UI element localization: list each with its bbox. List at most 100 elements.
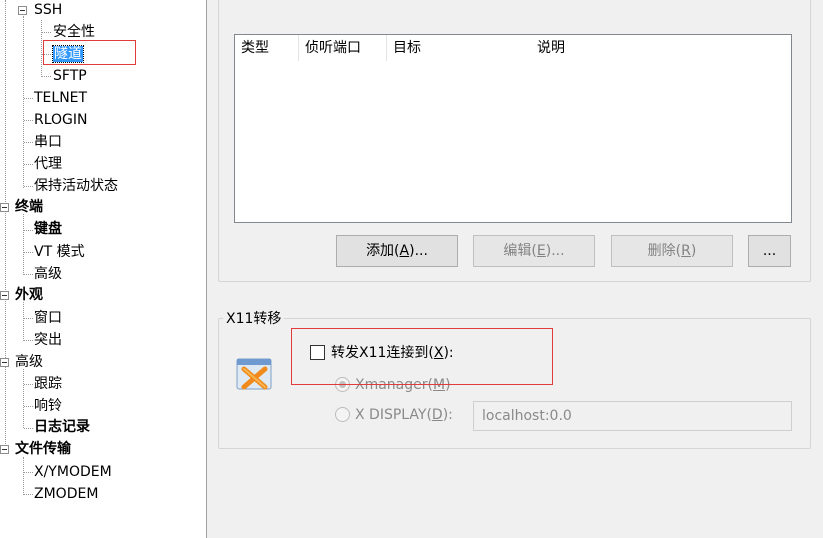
column-header-listen-port[interactable]: 侦听端口	[299, 35, 387, 61]
tree-item-label: ZMODEM	[34, 486, 99, 502]
tree-stub	[24, 406, 33, 407]
tree-item-vt-mode[interactable]: VT 模式	[34, 242, 85, 262]
edit-button-suffix: )...	[545, 243, 565, 259]
tree-item-label: 安全性	[53, 24, 95, 40]
tree-stub	[24, 384, 33, 385]
tree-item-file-transfer[interactable]: 文件传输	[15, 439, 71, 459]
tree-item-ssh[interactable]: SSH	[34, 0, 62, 20]
tunnel-settings-panel: 类型 侦听端口 目标 说明 添加(A)... 编辑(E)... 删除(R) ..…	[207, 0, 823, 538]
tree-item-label: 终端	[15, 199, 43, 215]
tree-item-label: VT 模式	[34, 244, 85, 260]
tree-item-proxy[interactable]: 代理	[34, 154, 62, 174]
x11-group-title: X11转移	[223, 308, 285, 328]
tree-stub	[24, 472, 33, 473]
add-button-key: A	[399, 243, 410, 259]
edit-button[interactable]: 编辑(E)...	[473, 235, 595, 267]
tree-stub	[24, 252, 33, 253]
tree-item-sftp[interactable]: SFTP	[53, 66, 87, 86]
tree-item-rlogin[interactable]: RLOGIN	[34, 110, 88, 130]
tree-item-highlight[interactable]: 突出	[34, 330, 62, 350]
collapse-ssh-icon[interactable]	[18, 6, 27, 15]
tree-item-telnet[interactable]: TELNET	[34, 88, 87, 108]
collapse-appearance-icon[interactable]	[0, 291, 9, 300]
tree-item-label: 代理	[34, 156, 62, 172]
tree-stub	[24, 186, 33, 187]
x-display-text: X DISPLAY(	[355, 407, 432, 423]
column-header-description[interactable]: 说明	[531, 35, 731, 61]
delete-button-label: 删除(	[647, 243, 682, 259]
add-button[interactable]: 添加(A)...	[336, 235, 458, 267]
tree-item-appearance[interactable]: 外观	[15, 285, 43, 305]
tree-item-label: TELNET	[34, 90, 88, 106]
tree-item-terminal-advanced[interactable]: 高级	[34, 264, 62, 284]
tree-stub	[24, 494, 33, 495]
xmanager-icon	[236, 358, 272, 390]
tree-stub	[24, 318, 33, 319]
annotation-box-forward-x11	[291, 328, 553, 385]
add-button-label: 添加(	[366, 243, 400, 259]
tree-stub	[24, 428, 33, 429]
tree-item-label: SSH	[34, 2, 63, 18]
tree-guide-ssh-level	[23, 16, 24, 188]
tree-item-label: 突出	[34, 332, 62, 348]
x-display-label[interactable]: X DISPLAY(D):	[355, 405, 453, 425]
tree-stub	[24, 274, 33, 275]
tree-item-bell[interactable]: 响铃	[34, 396, 62, 416]
tunnel-rules-list[interactable]: 类型 侦听端口 目标 说明	[234, 34, 792, 223]
tree-guide-terminal-children	[23, 214, 24, 275]
delete-button-key: R	[681, 243, 691, 259]
tree-item-keyboard[interactable]: 键盘	[34, 219, 62, 239]
tree-stub	[42, 76, 51, 77]
tree-item-zmodem[interactable]: ZMODEM	[34, 484, 98, 504]
tree-item-label: 键盘	[34, 221, 62, 237]
tree-item-label: SFTP	[53, 68, 87, 84]
collapse-advanced-icon[interactable]	[0, 358, 9, 367]
tree-guide-transfer-children	[23, 457, 24, 495]
more-button[interactable]: ...	[748, 235, 791, 267]
annotation-box-tunnel	[43, 40, 136, 65]
tree-item-label: 文件传输	[15, 441, 71, 457]
tree-stub	[24, 340, 33, 341]
tree-item-label: 跟踪	[34, 376, 62, 392]
category-tree[interactable]: SSH 安全性 隧道 SFTP TELNET RLOGIN 串口 代理 保持活动…	[0, 0, 206, 538]
tree-item-keepalive[interactable]: 保持活动状态	[34, 176, 118, 196]
tree-item-label: X/YMODEM	[34, 464, 112, 480]
add-button-suffix: )...	[409, 243, 428, 259]
list-header: 类型 侦听端口 目标 说明	[235, 35, 791, 61]
tree-stub	[24, 98, 33, 99]
delete-button-suffix: )	[690, 243, 697, 259]
tree-stub	[24, 142, 33, 143]
tree-item-label: 串口	[34, 134, 62, 150]
tree-item-window[interactable]: 窗口	[34, 308, 62, 328]
tree-item-label: 日志记录	[34, 419, 90, 435]
tree-item-label: 保持活动状态	[34, 178, 118, 194]
tree-guide-appearance-children	[23, 302, 24, 341]
edit-button-key: E	[536, 243, 546, 259]
tree-item-logging[interactable]: 日志记录	[34, 417, 90, 437]
x-display-radio[interactable]	[335, 407, 350, 422]
tree-item-terminal[interactable]: 终端	[15, 197, 43, 217]
column-header-target[interactable]: 目标	[387, 35, 531, 61]
tree-item-label: 外观	[15, 287, 43, 303]
tree-item-serial[interactable]: 串口	[34, 132, 62, 152]
tree-item-label: 窗口	[34, 310, 62, 326]
tree-item-label: 高级	[34, 266, 62, 282]
tree-guide-advanced-children	[23, 369, 24, 428]
tree-guide-ssh-children	[41, 20, 42, 77]
x-display-input[interactable]: localhost:0.0	[473, 401, 792, 431]
collapse-file-transfer-icon[interactable]	[0, 445, 9, 454]
tree-item-trace[interactable]: 跟踪	[34, 374, 62, 394]
tree-item-label: 响铃	[34, 398, 62, 414]
tree-item-label: 高级	[15, 354, 43, 370]
tree-item-label: RLOGIN	[34, 112, 88, 128]
tree-item-xymodem[interactable]: X/YMODEM	[34, 462, 112, 482]
x-display-key: D	[431, 407, 443, 423]
x-display-suffix: ):	[442, 407, 453, 423]
tree-stub	[24, 164, 33, 165]
delete-button[interactable]: 删除(R)	[611, 235, 733, 267]
column-header-type[interactable]: 类型	[235, 35, 299, 61]
tree-item-security[interactable]: 安全性	[53, 22, 95, 42]
tree-stub	[24, 230, 33, 231]
collapse-terminal-icon[interactable]	[0, 203, 9, 212]
tree-item-advanced[interactable]: 高级	[15, 352, 43, 372]
